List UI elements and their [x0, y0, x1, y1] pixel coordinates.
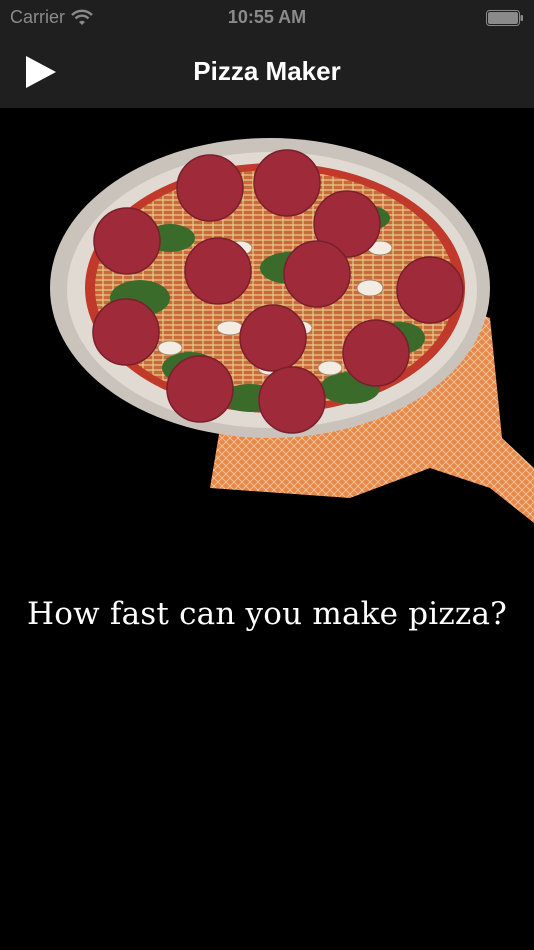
battery-icon — [486, 10, 523, 26]
pizza-image — [50, 138, 534, 523]
navigation-bar: Pizza Maker — [0, 36, 534, 108]
tagline: How fast can you make pizza? — [27, 596, 507, 632]
main-content: How fast can you make pizza? — [0, 108, 534, 950]
status-time: 10:55 AM — [227, 7, 307, 27]
status-bar: Carrier 10:55 AM — [0, 0, 534, 36]
page-title: Pizza Maker — [193, 56, 341, 86]
